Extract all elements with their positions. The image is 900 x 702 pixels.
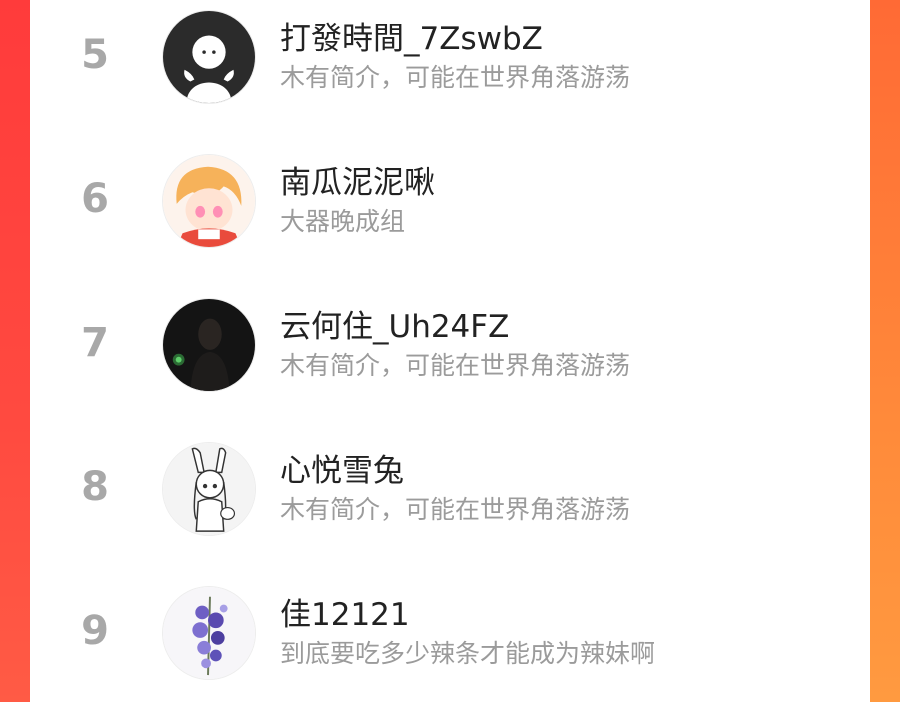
user-bio: 大器晚成组 (280, 207, 406, 236)
list-item[interactable]: 5 打發時間_7ZswbZ 木有简介，可能在世界角落游荡 (30, 0, 870, 120)
user-name[interactable]: 南瓜泥泥啾 (280, 157, 435, 202)
left-accent-border (0, 0, 30, 702)
user-bio: 到底要吃多少辣条才能成为辣妹啊 (280, 639, 656, 668)
list-item[interactable]: 6 南瓜泥泥啾 大器晚成组 (30, 144, 870, 264)
ranking-list: 5 打發時間_7ZswbZ 木有简介，可能在世界角落游荡 6 南瓜泥泥啾 大器晚… (30, 0, 870, 702)
list-item[interactable]: 8 心悦雪兔 木有简介，可能在世界角落游荡 (30, 432, 870, 552)
dark-photo-avatar-icon[interactable] (162, 298, 256, 392)
rank-number: 9 (81, 608, 109, 654)
rank-number: 7 (81, 320, 109, 366)
user-name[interactable]: 心悦雪兔 (280, 445, 404, 490)
purple-flowers-avatar-icon[interactable] (162, 586, 256, 680)
user-name[interactable]: 打發時間_7ZswbZ (280, 13, 543, 58)
user-bio: 木有简介，可能在世界角落游荡 (280, 351, 631, 380)
list-item[interactable]: 7 云何住_Uh24FZ 木有简介，可能在世界角落游荡 (30, 288, 870, 408)
user-bio: 木有简介，可能在世界角落游荡 (280, 63, 631, 92)
rank-number: 5 (81, 32, 109, 78)
user-name[interactable]: 佳12121 (280, 589, 410, 634)
bunny-girl-sketch-avatar-icon[interactable] (162, 442, 256, 536)
user-bio: 木有简介，可能在世界角落游荡 (280, 495, 631, 524)
rank-number: 6 (81, 176, 109, 222)
right-accent-border (870, 0, 900, 702)
rank-number: 8 (81, 464, 109, 510)
user-name[interactable]: 云何住_Uh24FZ (280, 301, 509, 346)
anime-boy-avatar-icon[interactable] (162, 154, 256, 248)
list-item[interactable]: 9 佳12121 到底要吃多少辣条才能成为辣妹啊 (30, 576, 870, 696)
default-user-silhouette-icon[interactable] (162, 10, 256, 104)
